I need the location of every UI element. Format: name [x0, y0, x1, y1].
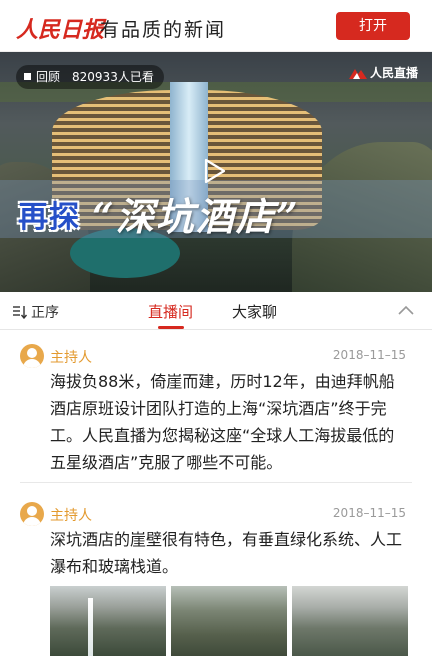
post-text: 海拔负88米，倚崖而建，历时12年，由迪拜帆船酒店原班设计团队打造的上海“深坑酒…: [50, 372, 395, 472]
broadcaster-logo-text: 人民直播: [369, 66, 418, 80]
post-text: 深坑酒店的崖壁很有特色，有垂直绿化系统、人工瀑布和玻璃栈道。: [50, 530, 403, 576]
user-icon-body: [23, 359, 41, 368]
live-feed: 主持人 2018–11–15 海拔负88米，倚崖而建，历时12年，由迪拜帆船酒店…: [0, 330, 432, 660]
post-divider: [20, 482, 412, 483]
post-date: 2018–11–15: [332, 348, 406, 362]
user-icon-head: [27, 506, 37, 516]
header-slogan: 有品质的新闻: [100, 19, 227, 41]
post-image-cliff-wide[interactable]: [292, 586, 408, 656]
replay-status-pill: 回顾 820933人已看: [16, 65, 164, 89]
user-icon-head: [27, 348, 37, 358]
view-count: 820933人已看: [72, 70, 154, 84]
sort-order-toggle[interactable]: 正序: [12, 302, 59, 322]
broadcaster-logo: 人民直播: [348, 64, 418, 81]
chevron-up-icon[interactable]: [398, 304, 414, 316]
live-tabs-bar: 正序 直播间 大家聊: [0, 292, 432, 330]
live-video-player[interactable]: 回顾 820933人已看 人民直播 再探 “深坑酒店”: [0, 52, 432, 292]
post-image-gallery: [50, 586, 408, 656]
tab-live-room[interactable]: 直播间: [148, 301, 193, 322]
feed-post: 主持人 2018–11–15 海拔负88米，倚崖而建，历时12年，由迪拜帆船酒店…: [0, 330, 432, 488]
user-icon-body: [23, 517, 41, 526]
tab-chat[interactable]: 大家聊: [232, 301, 277, 322]
post-date: 2018–11–15: [332, 506, 406, 520]
open-app-button[interactable]: 打开: [336, 12, 410, 40]
mountain-logo-icon: [348, 68, 367, 79]
active-tab-indicator: [158, 326, 184, 329]
host-avatar: [20, 344, 44, 368]
play-icon[interactable]: [201, 158, 227, 184]
video-title-main: “深坑酒店”: [92, 194, 300, 239]
host-avatar: [20, 502, 44, 526]
replay-square-icon: [24, 73, 31, 80]
app-header: 人民日报 有品质的新闻 打开: [0, 0, 432, 52]
feed-post: 主持人 2018–11–15 深坑酒店的崖壁很有特色，有垂直绿化系统、人工瀑布和…: [0, 488, 432, 660]
post-image-cliff[interactable]: [171, 586, 287, 656]
waterfall-shape: [88, 598, 93, 656]
post-author: 主持人: [50, 508, 92, 524]
sort-icon: [13, 306, 28, 320]
sort-label: 正序: [31, 305, 59, 321]
people-daily-logo: 人民日报: [16, 17, 105, 43]
post-image-waterfall[interactable]: [50, 586, 166, 656]
video-title-prefix: 再探: [18, 200, 80, 235]
post-author: 主持人: [50, 350, 92, 366]
replay-label: 回顾: [36, 70, 61, 84]
